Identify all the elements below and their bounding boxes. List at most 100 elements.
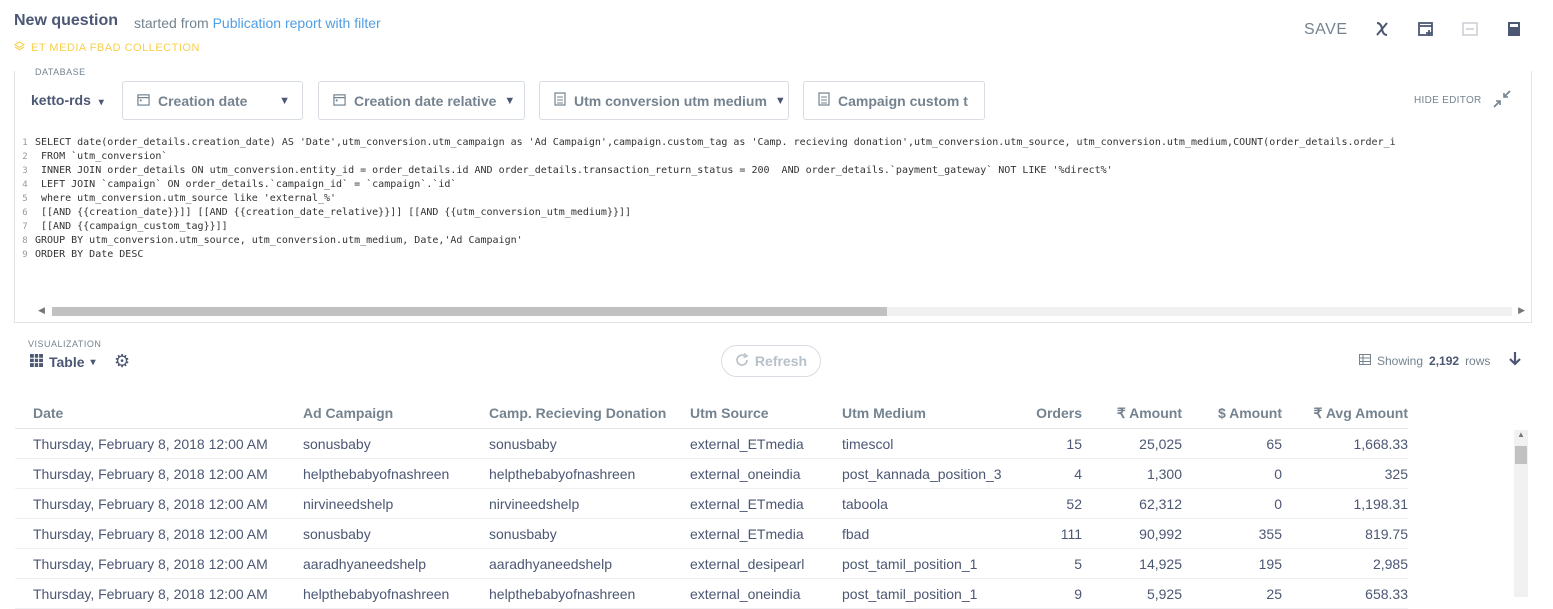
chevron-down-icon: ▾ [98, 97, 104, 108]
showing-prefix: Showing [1377, 354, 1424, 368]
collapse-icon[interactable] [1492, 89, 1512, 114]
cell-ad-campaign: nirvineedshelp [303, 488, 489, 519]
column-header-date[interactable]: Date [15, 398, 303, 429]
table-row: Thursday, February 8, 2018 12:00 AM nirv… [15, 488, 1408, 519]
add-snippet-icon[interactable] [1415, 18, 1437, 40]
database-select[interactable]: ketto-rds ▾ [31, 92, 104, 108]
code-line: 7 [[AND {{campaign_custom_tag}}]] [22, 221, 228, 232]
column-header-ad-campaign[interactable]: Ad Campaign [303, 398, 489, 429]
table-row: Thursday, February 8, 2018 12:00 AM sonu… [15, 518, 1408, 549]
calendar-icon [137, 93, 150, 109]
refresh-icon [735, 352, 749, 370]
database-value: ketto-rds [31, 92, 91, 108]
calendar-icon [333, 93, 346, 109]
cell-ad-campaign: sonusbaby [303, 518, 489, 549]
book-icon[interactable] [1503, 18, 1525, 40]
column-header-inr-amount[interactable]: ₹ Amount [1082, 398, 1182, 429]
cell-utm-source: external_ETmedia [690, 518, 842, 549]
cell-utm-source: external_ETmedia [690, 488, 842, 519]
filter-creation-date-relative[interactable]: Creation date relative ▼ [318, 81, 525, 120]
cell-date: Thursday, February 8, 2018 12:00 AM [15, 428, 303, 459]
gear-icon[interactable]: ⚙ [114, 351, 130, 372]
source-question-link[interactable]: Publication report with filter [213, 15, 381, 31]
cell-orders: 5 [1022, 548, 1082, 579]
document-icon [554, 92, 566, 109]
table-icon [1359, 354, 1371, 368]
cell-camp-recieving-donation: aaradhyaneedshelp [489, 548, 690, 579]
page-title: New question [14, 12, 119, 29]
sql-code-editor[interactable]: 1 SELECT date(order_details.creation_date… [15, 136, 1529, 304]
scroll-left-icon[interactable]: ◀ [38, 305, 45, 316]
cell-usd-amount: 25 [1182, 578, 1282, 609]
column-header-inr-avg-amount[interactable]: ₹ Avg Amount [1282, 398, 1408, 429]
cell-usd-amount: 195 [1182, 548, 1282, 579]
code-line: 6 [[AND {{creation_date}}]] [[AND {{crea… [22, 207, 632, 218]
cell-orders: 52 [1022, 488, 1082, 519]
cell-inr-avg-amount: 658.33 [1282, 578, 1408, 609]
filter-creation-date[interactable]: Creation date ▼ [122, 81, 303, 120]
cell-ad-campaign: helpthebabyofnashreen [303, 458, 489, 489]
cell-inr-amount: 25,025 [1082, 428, 1182, 459]
variable-x-icon[interactable] [1371, 18, 1393, 40]
collection-name: ET MEDIA FBAD COLLECTION [31, 42, 200, 54]
visualization-label: VISUALIZATION [28, 339, 102, 349]
scroll-right-icon[interactable]: ▶ [1518, 305, 1525, 316]
column-header-utm-source[interactable]: Utm Source [690, 398, 842, 429]
cell-date: Thursday, February 8, 2018 12:00 AM [15, 548, 303, 579]
cell-orders: 15 [1022, 428, 1082, 459]
code-line: 1 SELECT date(order_details.creation_date… [22, 137, 1396, 148]
scroll-up-icon[interactable]: ▲ [1517, 430, 1525, 439]
visualization-type: Table [49, 354, 85, 370]
horizontal-scrollbar[interactable]: ◀ ▶ [34, 305, 1529, 318]
chevron-down-icon: ▾ [90, 356, 96, 368]
cell-utm-medium: post_tamil_position_1 [842, 548, 1022, 579]
cell-inr-avg-amount: 325 [1282, 458, 1408, 489]
column-header-orders[interactable]: Orders [1022, 398, 1082, 429]
layers-icon [13, 41, 26, 55]
cell-orders: 111 [1022, 518, 1082, 549]
chevron-down-icon: ▼ [504, 94, 516, 107]
scroll-thumb[interactable] [1515, 446, 1527, 464]
column-header-usd-amount[interactable]: $ Amount [1182, 398, 1282, 429]
document-icon [818, 92, 830, 109]
column-header-utm-medium[interactable]: Utm Medium [842, 398, 1022, 429]
row-count: 2,192 [1429, 354, 1460, 368]
cell-inr-amount: 90,992 [1082, 518, 1182, 549]
refresh-button[interactable]: Refresh [721, 345, 821, 377]
cell-camp-recieving-donation: sonusbaby [489, 518, 690, 549]
cell-inr-avg-amount: 819.75 [1282, 518, 1408, 549]
collection-breadcrumb[interactable]: ET MEDIA FBAD COLLECTION [13, 41, 200, 55]
scroll-thumb[interactable] [52, 307, 887, 316]
cell-utm-medium: fbad [842, 518, 1022, 549]
filter-label: Creation date relative [354, 92, 497, 109]
filter-campaign-custom-tag[interactable]: Campaign custom t [803, 81, 985, 120]
code-line: 8 GROUP BY utm_conversion.utm_source, utm… [22, 235, 523, 246]
visualization-type-select[interactable]: Table ▾ [30, 354, 96, 370]
showing-suffix: rows [1465, 354, 1491, 368]
cell-inr-amount: 62,312 [1082, 488, 1182, 519]
save-button[interactable]: SAVE [1304, 21, 1348, 39]
cell-inr-amount: 1,300 [1082, 458, 1182, 489]
refresh-label: Refresh [754, 353, 808, 369]
column-header-camp-recieving-donation[interactable]: Camp. Recieving Donation [489, 398, 690, 429]
hide-editor-button[interactable]: HIDE EDITOR [1414, 95, 1482, 106]
cell-ad-campaign: sonusbaby [303, 428, 489, 459]
data-reference-icon[interactable] [1459, 18, 1481, 40]
results-table: Date Ad Campaign Camp. Recieving Donatio… [15, 398, 1408, 609]
code-line: 4 LEFT JOIN `campaign` ON order_details.… [22, 179, 457, 190]
row-count-status: Showing 2,192 rows [1359, 354, 1490, 368]
table-row: Thursday, February 8, 2018 12:00 AM help… [15, 458, 1408, 489]
cell-date: Thursday, February 8, 2018 12:00 AM [15, 488, 303, 519]
code-line: 5 where utm_conversion.utm_source like '… [22, 193, 337, 204]
download-icon[interactable] [1508, 351, 1522, 372]
vertical-scrollbar[interactable]: ▲ [1514, 430, 1528, 597]
cell-orders: 4 [1022, 458, 1082, 489]
started-prefix: started from [134, 15, 209, 31]
cell-inr-amount: 14,925 [1082, 548, 1182, 579]
cell-ad-campaign: helpthebabyofnashreen [303, 578, 489, 609]
filter-utm-medium[interactable]: Utm conversion utm medium ▼ [539, 81, 789, 120]
cell-orders: 9 [1022, 578, 1082, 609]
cell-usd-amount: 0 [1182, 458, 1282, 489]
cell-inr-avg-amount: 1,198.31 [1282, 488, 1408, 519]
cell-utm-medium: taboola [842, 488, 1022, 519]
